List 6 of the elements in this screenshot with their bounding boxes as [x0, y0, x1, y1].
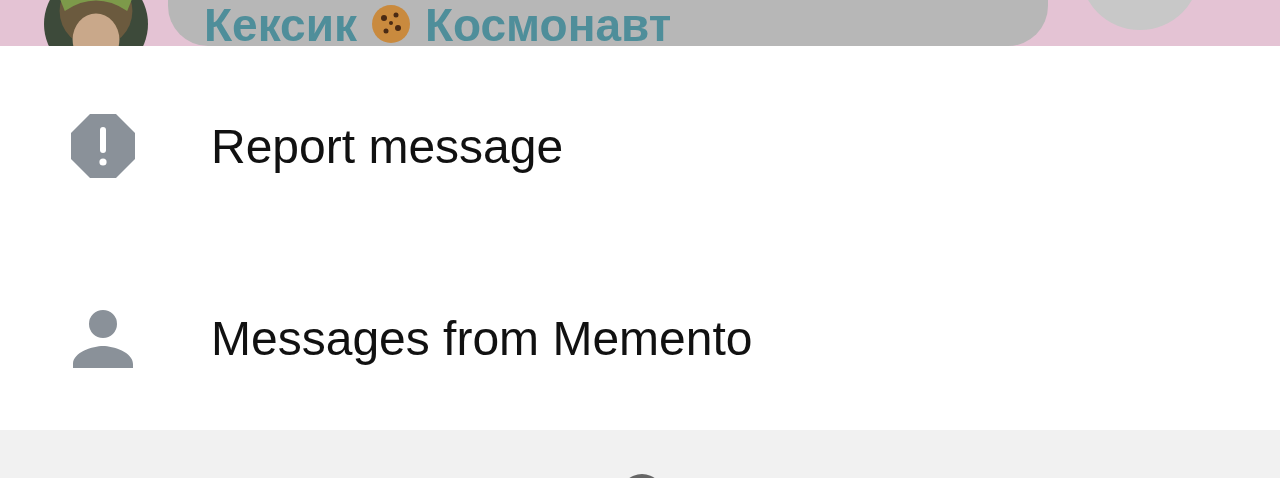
sender-name: Кексик — [204, 2, 357, 46]
sender-name: Космонавт — [424, 2, 672, 46]
menu-item[interactable]: Report message — [0, 46, 1280, 246]
menu-item[interactable]: Messages from Memento — [0, 246, 1280, 430]
report-icon — [71, 114, 135, 178]
cookie-icon — [370, 4, 411, 44]
